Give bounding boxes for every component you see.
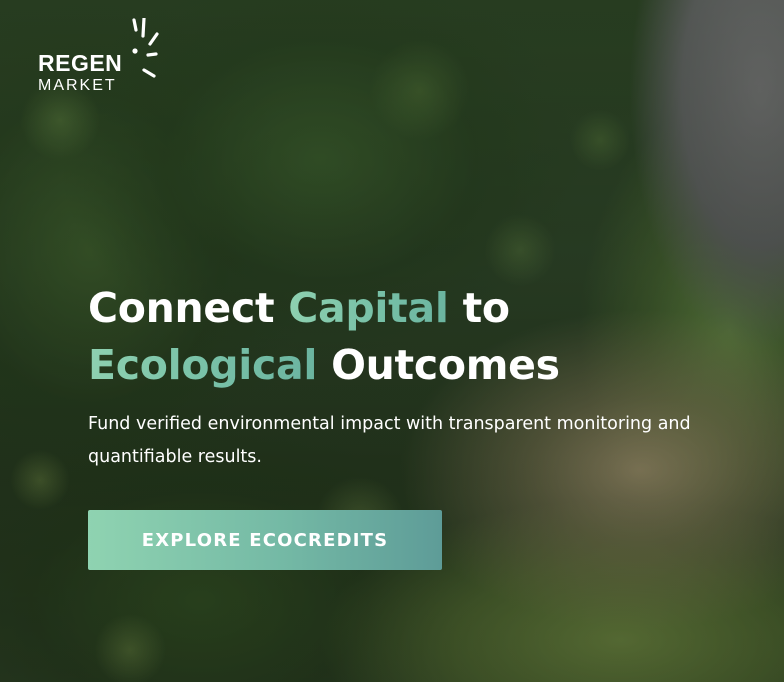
headline-text: Outcomes [317, 341, 560, 389]
headline-line-2: Ecological Outcomes [88, 337, 758, 394]
hero-subtitle: Fund verified environmental impact with … [88, 414, 691, 467]
sunburst-rays-icon [132, 18, 159, 78]
headline-accent-ecological: Ecological [88, 341, 318, 389]
headline-text: to [448, 284, 510, 332]
headline-line-1: Connect Capital to [88, 280, 758, 337]
brand-name-bottom: MARKET [38, 77, 117, 94]
explore-ecocredits-button[interactable]: EXPLORE ECOCREDITS [88, 510, 442, 570]
brand-name-top: REGEN [38, 50, 123, 76]
hero-headline: Connect Capital to Ecological Outcomes [88, 280, 758, 394]
headline-accent-capital: Capital [288, 284, 449, 332]
hero-content: Connect Capital to Ecological Outcomes F… [88, 280, 758, 474]
hero-section: REGEN MARKET Connect Capital to Ecologic… [0, 0, 784, 682]
headline-text: Connect [88, 284, 289, 332]
brand-logo[interactable]: REGEN MARKET [38, 18, 168, 98]
